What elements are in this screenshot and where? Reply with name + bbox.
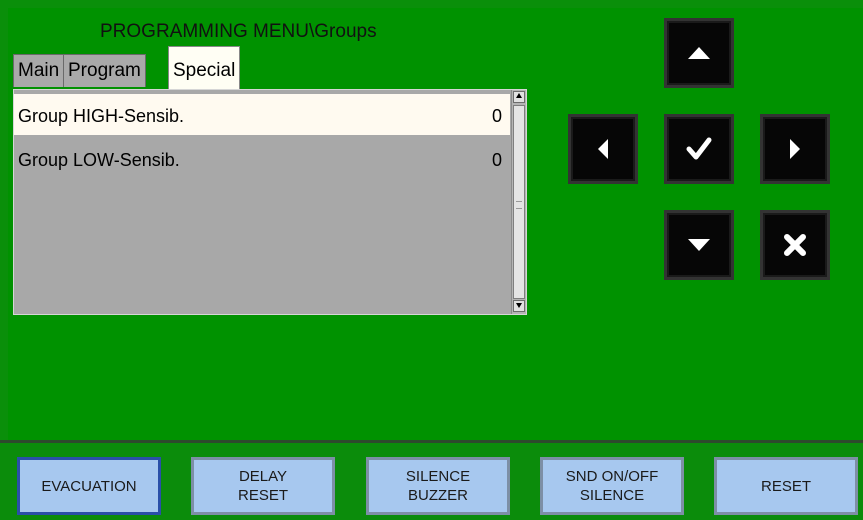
arrow-down-icon	[688, 239, 710, 251]
down-button[interactable]	[664, 210, 734, 280]
groups-list: Group HIGH-Sensib. 0 Group LOW-Sensib. 0	[13, 89, 527, 315]
evacuation-button[interactable]: EVACUATION	[17, 457, 161, 515]
left-button[interactable]	[568, 114, 638, 184]
right-button[interactable]	[760, 114, 830, 184]
arrow-right-icon	[790, 139, 800, 159]
scroll-up-button[interactable]	[513, 91, 525, 103]
scroll-down-icon	[516, 303, 522, 308]
scroll-down-button[interactable]	[513, 300, 525, 312]
evacuation-label: EVACUATION	[41, 477, 137, 495]
silence-buzzer-button[interactable]: SILENCE BUZZER	[366, 457, 510, 515]
tab-special[interactable]: Special	[168, 46, 241, 89]
silence-buzzer-label-line1: SILENCE	[405, 468, 471, 485]
list-scrollbar[interactable]	[511, 90, 526, 314]
scroll-up-icon	[516, 93, 522, 98]
list-item-label: Group HIGH-Sensib.	[18, 106, 185, 126]
delay-reset-label-line2: RESET	[237, 487, 288, 504]
cancel-button[interactable]	[760, 210, 830, 280]
scroll-thumb[interactable]	[513, 105, 525, 299]
function-bar: EVACUATION DELAY RESET SILENCE BUZZER SN…	[0, 440, 863, 520]
page-title: PROGRAMMING MENU\Groups	[100, 21, 377, 42]
reset-button[interactable]: RESET	[714, 457, 858, 515]
checkmark-icon	[686, 137, 712, 160]
arrow-up-icon	[688, 47, 710, 59]
tab-program[interactable]: Program	[63, 54, 146, 87]
list-item-value: 0	[491, 150, 502, 170]
reset-label: RESET	[760, 477, 811, 495]
sound-silence-button[interactable]: SND ON/OFF SILENCE	[540, 457, 684, 515]
silence-buzzer-label-line2: BUZZER	[408, 487, 468, 504]
grip-icon	[516, 201, 522, 209]
cross-icon	[784, 234, 806, 256]
sound-silence-label-line1: SND ON/OFF	[565, 468, 659, 485]
delay-reset-label-line1: DELAY	[238, 468, 288, 485]
list-item[interactable]: Group HIGH-Sensib. 0	[14, 94, 510, 135]
list-item[interactable]: Group LOW-Sensib. 0	[14, 138, 510, 179]
ok-button[interactable]	[664, 114, 734, 184]
delay-reset-button[interactable]: DELAY RESET	[191, 457, 335, 515]
list-item-value: 0	[491, 106, 502, 126]
arrow-left-icon	[598, 139, 608, 159]
up-button[interactable]	[664, 18, 734, 88]
sound-silence-label-line2: SILENCE	[579, 487, 645, 504]
list-item-label: Group LOW-Sensib.	[18, 150, 180, 170]
tab-main[interactable]: Main	[13, 54, 65, 87]
